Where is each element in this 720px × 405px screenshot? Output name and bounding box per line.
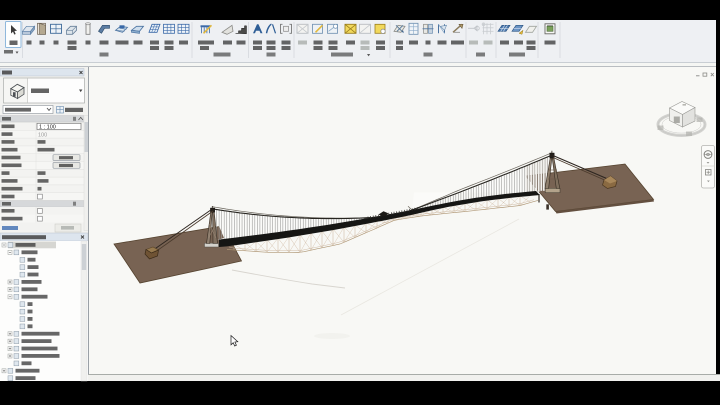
svg-text:1 : 100: 1 : 100	[39, 125, 56, 131]
svg-text:100: 100	[38, 133, 47, 139]
